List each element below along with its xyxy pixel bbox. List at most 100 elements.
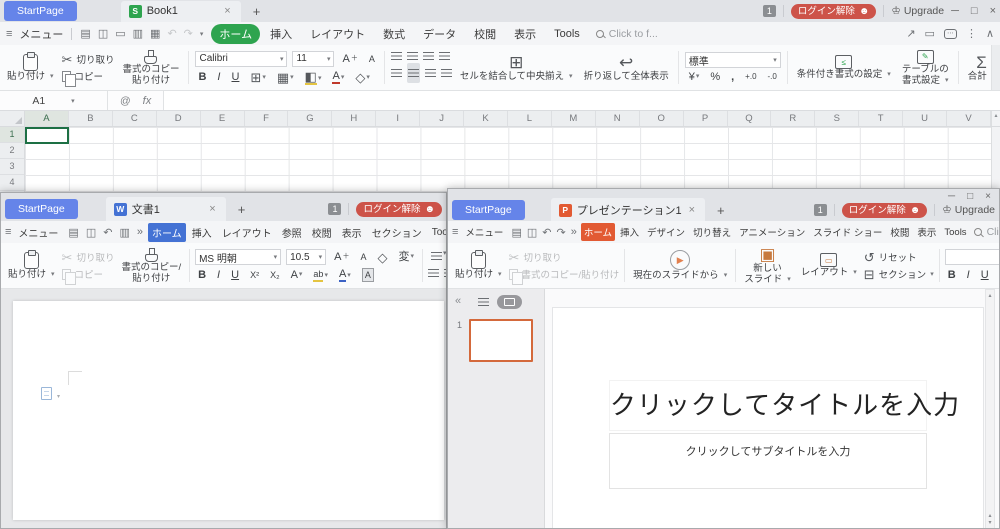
column-header[interactable]: L	[508, 111, 552, 126]
ss-startpage-tab[interactable]: StartPage	[4, 1, 77, 21]
row-header[interactable]: 1	[0, 127, 24, 143]
ribbon-tab[interactable]: アニメーション	[736, 223, 808, 241]
column-header[interactable]: N	[596, 111, 640, 126]
print-preview-icon[interactable]: ▭	[115, 27, 125, 40]
ribbon-tab[interactable]: ホーム	[211, 24, 260, 44]
align-left-icon[interactable]	[391, 69, 402, 77]
column-header[interactable]: V	[947, 111, 991, 126]
ribbon-tab[interactable]: レイアウト	[218, 223, 276, 242]
align-left-icon[interactable]	[428, 269, 439, 277]
conditional-format-button[interactable]: ≤ 条件付き書式の設定▾	[794, 47, 894, 88]
pp-upgrade-button[interactable]: ♔ Upgrade	[942, 204, 995, 216]
switch-window-icon[interactable]: ▭	[925, 27, 935, 40]
currency-format-button[interactable]: ¥▾	[686, 71, 703, 83]
decrease-decimal-button[interactable]: -.0	[765, 71, 780, 83]
column-header[interactable]: R	[771, 111, 815, 126]
wr-new-tab-button[interactable]: +	[230, 202, 254, 217]
column-header[interactable]: E	[201, 111, 245, 126]
ss-close-button[interactable]: ×	[990, 5, 996, 17]
column-header[interactable]: S	[815, 111, 859, 126]
italic-button[interactable]: I	[964, 269, 973, 281]
clear-format-button[interactable]: ◇	[374, 251, 390, 264]
wr-menu-button[interactable]: メニュー	[18, 225, 58, 240]
borders-button[interactable]: ⊞▾	[247, 71, 268, 84]
ribbon-tab[interactable]: スライド ショー	[810, 223, 885, 241]
underline-button[interactable]: U	[978, 269, 992, 281]
increase-decimal-button[interactable]: +.0	[742, 71, 759, 83]
cell-style-button[interactable]: ▦▾	[274, 71, 297, 84]
orientation-icon[interactable]	[439, 52, 450, 60]
align-right-icon[interactable]	[425, 69, 436, 77]
more-tools-chevron-icon[interactable]: »	[137, 226, 143, 238]
bold-button[interactable]: B	[195, 71, 209, 83]
redo-icon[interactable]: ↷	[184, 27, 193, 40]
cut-button[interactable]: ✂切り取り	[509, 250, 620, 264]
ss-upgrade-button[interactable]: ♔ Upgrade	[891, 5, 944, 17]
wr-document-tab[interactable]: W 文書1 ×	[106, 197, 226, 221]
open-icon[interactable]: ▤	[80, 27, 90, 40]
ss-document-tab[interactable]: S Book1 ×	[121, 1, 241, 22]
paste-button[interactable]: 貼り付け▾	[452, 245, 505, 286]
read-mode-icon[interactable]: ▦	[150, 27, 160, 40]
pp-logout-button[interactable]: ログイン解除 ☻	[842, 203, 928, 218]
thumbnail-view-toggle[interactable]	[497, 295, 522, 309]
slide-scrollbar[interactable]: ▴ ▴ ▾	[985, 289, 995, 529]
collapse-ribbon-icon[interactable]: ∧	[986, 27, 994, 40]
ss-minimize-button[interactable]: ─	[951, 5, 959, 17]
save-icon[interactable]: ◫	[527, 226, 537, 239]
align-bottom-icon[interactable]	[423, 52, 434, 60]
outline-view-icon[interactable]	[478, 298, 489, 306]
page-insert-hint-icon[interactable]	[41, 387, 52, 400]
save-icon[interactable]: ◫	[98, 27, 108, 40]
active-cell-a1[interactable]	[25, 127, 69, 144]
format-painter-button[interactable]: 書式のコピー/貼り付け	[509, 267, 620, 281]
reset-button[interactable]: ↺リセット	[864, 250, 934, 264]
ribbon-tab[interactable]: Tools	[546, 26, 588, 42]
ribbon-tab[interactable]: 校閲	[887, 223, 912, 241]
column-header[interactable]: J	[420, 111, 464, 126]
open-icon[interactable]: ▤	[68, 226, 78, 239]
indent-icon[interactable]	[441, 69, 452, 77]
print-icon[interactable]: ▥	[119, 226, 129, 239]
column-header[interactable]: M	[552, 111, 596, 126]
ss-menu-button[interactable]: メニュー	[19, 26, 63, 42]
format-as-table-button[interactable]: ✎ テーブルの 書式設定▾	[899, 47, 952, 88]
font-color-button[interactable]: A▾	[329, 70, 347, 84]
ribbon-tab[interactable]: 校閲	[308, 223, 336, 242]
column-header[interactable]: K	[464, 111, 508, 126]
ribbon-tab[interactable]: 表示	[506, 24, 544, 44]
fill-color-button[interactable]: ◧▾	[302, 70, 325, 85]
copy-button[interactable]: コピー	[62, 69, 115, 83]
print-icon[interactable]: ▥	[133, 27, 143, 40]
merge-center-button[interactable]: ⊞ セルを結合して中央揃え▾	[457, 47, 576, 88]
increase-font-button[interactable]: A＋	[339, 53, 360, 65]
decrease-font-button[interactable]: A	[366, 53, 378, 65]
column-header[interactable]: T	[859, 111, 903, 126]
column-header[interactable]: Q	[728, 111, 772, 126]
ribbon-tab[interactable]: 挿入	[617, 223, 642, 241]
row-header[interactable]: 4	[0, 175, 24, 191]
decrease-font-button[interactable]: A	[357, 251, 369, 263]
increase-font-button[interactable]: A＋	[331, 251, 352, 263]
clear-format-button[interactable]: ◇▾	[352, 71, 373, 84]
copy-button[interactable]: コピー	[62, 267, 115, 281]
quickbar-caret-icon[interactable]: ▾	[200, 30, 204, 38]
align-middle-icon[interactable]	[407, 52, 418, 60]
underline-button[interactable]: U	[228, 71, 242, 83]
section-button[interactable]: ⊟セクション▾	[864, 267, 934, 281]
pp-document-tab[interactable]: P プレゼンテーション1 ×	[551, 198, 705, 221]
undo-icon[interactable]: ↶	[542, 226, 551, 239]
superscript-button[interactable]: X²	[247, 269, 262, 281]
insert-function-icon[interactable]: @	[120, 95, 131, 107]
row-header[interactable]: 3	[0, 159, 24, 175]
more-options-icon[interactable]: ⋮	[966, 27, 977, 40]
hamburger-menu-icon[interactable]: ≡	[452, 226, 458, 238]
next-slide-icon[interactable]: ▾	[988, 519, 991, 526]
align-top-icon[interactable]	[391, 52, 402, 60]
ribbon-tab[interactable]: 切り替え	[690, 223, 734, 241]
subtitle-placeholder[interactable]: クリックしてサブタイトルを入力	[609, 433, 927, 489]
select-all-corner[interactable]	[0, 111, 25, 126]
open-icon[interactable]: ▤	[511, 226, 521, 239]
bold-button[interactable]: B	[195, 269, 209, 281]
ribbon-tab[interactable]: デザイン	[644, 223, 688, 241]
